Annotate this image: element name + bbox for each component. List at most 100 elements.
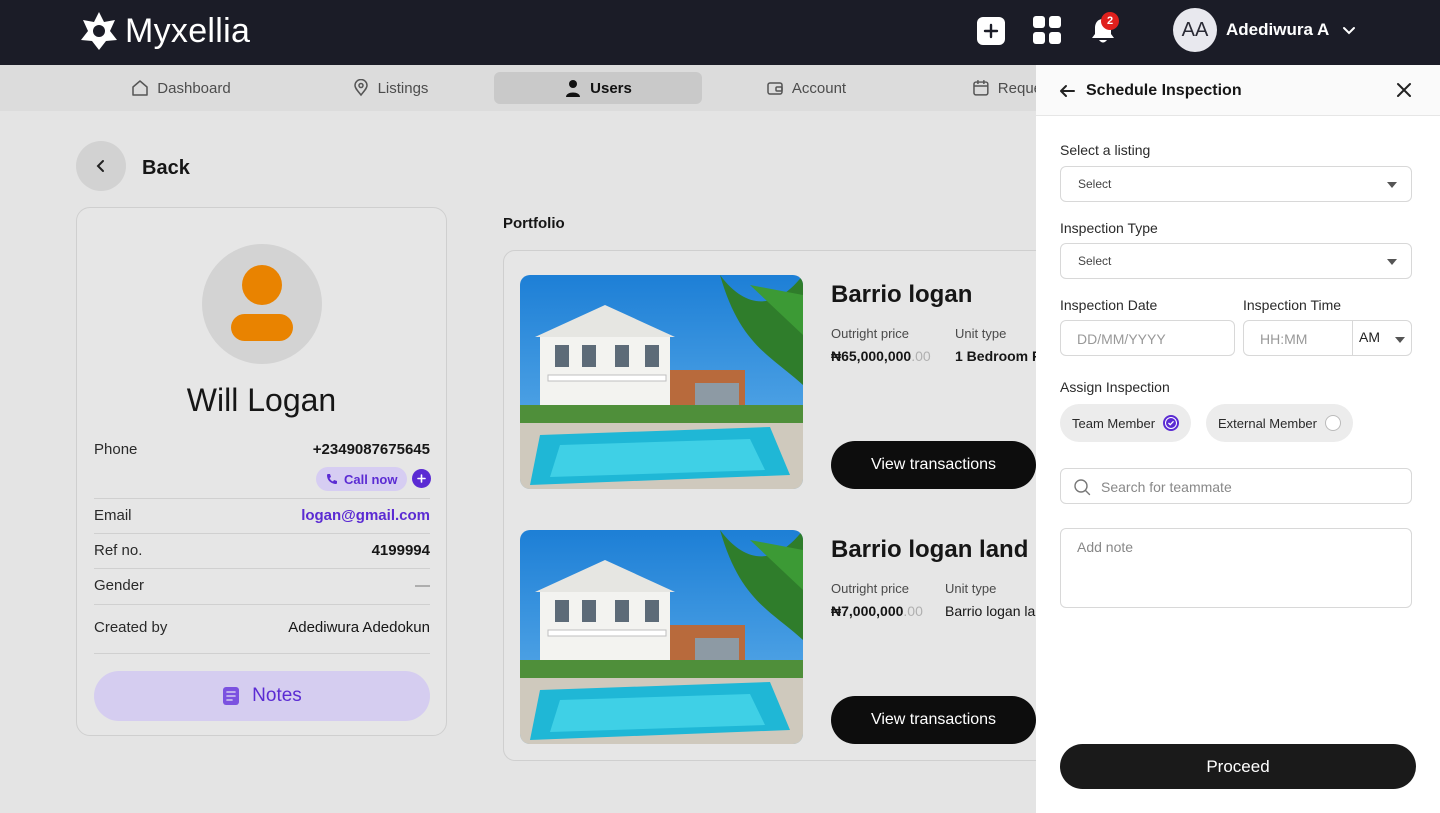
panel-header: Schedule Inspection [1036,65,1440,116]
user-name[interactable]: Adediwura A [1226,20,1329,40]
listing-label: Select a listing [1060,142,1151,158]
inspection-time-label: Inspection Time [1243,297,1342,313]
phone-row: Phone +2349087675645 [94,441,430,458]
inspection-date-label: Inspection Date [1060,297,1158,313]
top-bar: Myxellia 2 AA Adediwura A [0,0,1440,65]
radio-unchecked-icon[interactable] [1324,415,1341,431]
divider [94,533,430,534]
email-label: Email [94,507,132,524]
inspection-time-input[interactable]: HH:MM [1243,320,1353,356]
arrow-left-icon[interactable] [1058,82,1076,100]
user-avatar-icon [231,265,293,341]
property-title: Barrio logan land [831,536,1029,563]
add-contact-button[interactable] [412,469,431,488]
nav-label: Users [590,79,632,97]
team-member-label: Team Member [1072,415,1156,431]
inspection-type-select[interactable]: Select [1060,243,1412,279]
teammate-search-input[interactable]: Search for teammate [1060,468,1412,504]
nav-label: Account [791,79,847,97]
panel-title: Schedule Inspection [1086,82,1242,99]
nav-requests[interactable]: Reque [972,72,1042,104]
profile-card: Will Logan Phone +2349087675645 Call now… [76,207,447,736]
notes-button[interactable]: Notes [94,671,430,721]
divider [94,568,430,569]
back-label[interactable]: Back [142,157,190,180]
add-button[interactable] [977,17,1005,45]
schedule-inspection-panel: Schedule Inspection Select a listing Sel… [1036,65,1440,813]
am-pm-select[interactable]: AM [1352,320,1412,356]
inspection-type-label: Inspection Type [1060,220,1158,236]
unit-label: Unit type [945,581,997,596]
calendar-icon [973,80,989,96]
created-row: Created by Adediwura Adedokun [94,619,430,636]
gender-label: Gender [94,577,145,594]
brand-logo[interactable]: Myxellia [79,10,250,52]
ref-row: Ref no. 4199994 [94,542,430,559]
home-icon [132,80,149,96]
property-image[interactable] [520,530,803,744]
property-title: Barrio logan [831,281,973,308]
portfolio-list: Barrio logan Outright price ₦65,000,000.… [503,250,1063,761]
external-member-label: External Member [1218,415,1317,431]
gender-value: — [415,577,430,594]
team-member-option[interactable]: Team Member [1060,404,1192,442]
external-member-option[interactable]: External Member [1206,404,1353,442]
nav-label: Dashboard [157,79,231,97]
back-button[interactable] [76,141,126,191]
inspection-type-value: Select [1078,254,1112,268]
caret-down-icon [1387,182,1397,188]
apps-grid-icon[interactable] [1033,16,1061,44]
price-label: Outright price [831,326,910,341]
email-link[interactable]: logan@gmail.com [301,507,430,524]
call-now-button[interactable]: Call now [316,467,408,491]
phone-value: +2349087675645 [312,441,430,458]
inspection-date-input[interactable]: DD/MM/YYYY [1060,320,1235,356]
plus-icon [983,23,999,39]
wallet-icon [767,82,783,95]
nav-dashboard[interactable]: Dashboard [118,72,244,104]
divider [94,498,430,499]
add-note-textarea[interactable]: Add note [1060,528,1412,608]
listing-select[interactable]: Select [1060,166,1412,202]
plus-icon [417,474,426,483]
notification-badge: 2 [1101,12,1119,30]
ref-label: Ref no. [94,542,143,559]
search-icon [1074,479,1091,496]
am-pm-value: AM [1359,329,1380,345]
call-now-label: Call now [344,471,398,487]
chevron-down-icon[interactable] [1341,22,1357,38]
proceed-button[interactable]: Proceed [1060,744,1416,789]
search-placeholder: Search for teammate [1101,479,1232,495]
nav-listings[interactable]: Listings [340,72,440,104]
view-transactions-button[interactable]: View transactions [831,441,1036,489]
close-icon[interactable] [1396,82,1412,98]
ref-value: 4199994 [371,542,430,559]
unit-value: 1 Bedroom Fl [955,348,1045,364]
view-transactions-button[interactable]: View transactions [831,696,1036,744]
listing-select-value: Select [1078,177,1112,191]
nav-account[interactable]: Account [756,72,856,104]
chevron-left-icon [96,160,104,172]
divider [94,604,430,605]
portfolio-title: Portfolio [503,215,565,232]
price-value: ₦7,000,000.00 [831,603,923,619]
notes-icon [223,687,240,705]
profile-name: Will Logan [186,382,337,418]
profile-avatar [202,244,322,364]
created-label: Created by [94,619,168,636]
avatar[interactable]: AA [1173,8,1217,52]
house-photo-icon [520,530,803,744]
logo-star-icon [81,12,117,50]
created-value: Adediwura Adedokun [288,619,430,636]
radio-checked-icon[interactable] [1163,415,1180,431]
unit-value: Barrio logan la [945,603,1036,619]
note-placeholder: Add note [1077,539,1134,555]
price-label: Outright price [831,581,910,596]
phone-label: Phone [94,441,138,458]
divider [94,653,430,654]
email-row: Email logan@gmail.com [94,507,430,524]
property-image[interactable] [520,275,803,489]
nav-users[interactable]: Users [494,72,702,104]
caret-down-icon [1387,259,1397,265]
location-pin-icon [353,79,368,97]
